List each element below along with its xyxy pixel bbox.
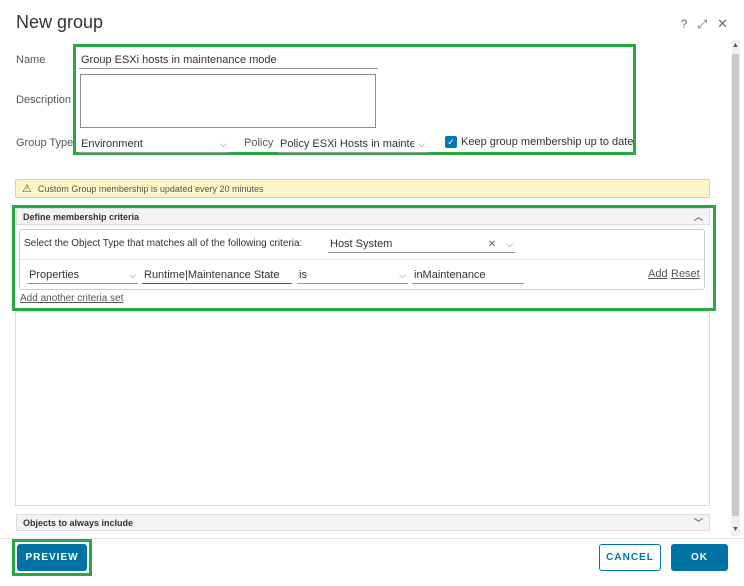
dialog-title: New group [16, 12, 104, 32]
expand-section-icon[interactable]: ﹀ [694, 516, 703, 529]
keep-membership-label: Keep group membership up to date [461, 136, 634, 148]
reset-criteria-link[interactable]: Reset [671, 268, 700, 280]
criteria-divider [20, 259, 704, 260]
footer-divider [0, 538, 744, 539]
membership-update-alert: ⚠ Custom Group membership is updated eve… [15, 179, 710, 198]
criteria-value-input[interactable] [412, 267, 524, 284]
add-criteria-link[interactable]: Add [648, 268, 668, 280]
warning-icon: ⚠ [22, 183, 32, 195]
chevron-down-icon: ⌵ [399, 269, 406, 280]
object-type-select[interactable]: Host System ✕ ⌵ [328, 236, 515, 253]
criteria-property-input[interactable] [142, 267, 292, 284]
group-type-label: Group Type [16, 137, 74, 149]
criteria-operator-value: is [299, 269, 307, 281]
name-label: Name [16, 54, 46, 66]
keep-membership-control[interactable]: ✓ Keep group membership up to date [445, 136, 633, 148]
add-criteria-set-link[interactable]: Add another criteria set [20, 293, 123, 304]
group-type-select[interactable]: Environment ⌵ [79, 136, 229, 153]
include-section-title: Objects to always include [23, 517, 134, 528]
name-input[interactable] [79, 52, 378, 69]
collapse-icon[interactable]: ︿ [694, 210, 703, 223]
policy-value: Policy ESXi Hosts in maintenance [280, 138, 414, 150]
preview-button[interactable]: PREVIEW [17, 544, 87, 571]
scroll-down-icon[interactable]: ▼ [731, 525, 740, 535]
membership-section-title: Define membership criteria [23, 211, 140, 222]
expand-icon[interactable]: ⤢ [697, 17, 707, 31]
keep-membership-checkbox[interactable]: ✓ [445, 136, 457, 148]
include-section-header[interactable]: Objects to always include ﹀ [16, 514, 710, 531]
alert-text: Custom Group membership is updated every… [37, 183, 264, 194]
description-label: Description [16, 94, 72, 106]
close-icon[interactable]: ✕ [717, 17, 728, 31]
chevron-down-icon: ⌵ [129, 269, 136, 280]
chevron-down-icon: ⌵ [506, 238, 513, 249]
scrollbar-thumb[interactable] [732, 54, 739, 516]
dialog-scrollbar[interactable]: ▲ ▼ [731, 40, 740, 536]
criteria-operator-select[interactable]: is ⌵ [297, 267, 408, 284]
cancel-button[interactable]: CANCEL [599, 544, 661, 571]
membership-results-area [15, 311, 710, 506]
group-type-value: Environment [81, 138, 143, 150]
ok-button[interactable]: OK [671, 544, 728, 571]
policy-label: Policy [244, 137, 274, 149]
scroll-up-icon[interactable]: ▲ [731, 41, 740, 51]
chevron-down-icon: ⌵ [220, 138, 227, 149]
policy-select[interactable]: Policy ESXi Hosts in maintenance ⌵ [278, 136, 427, 153]
criteria-category-select[interactable]: Properties ⌵ [27, 267, 138, 284]
help-icon[interactable]: ? [681, 17, 688, 31]
clear-icon[interactable]: ✕ [488, 239, 496, 250]
chevron-down-icon: ⌵ [418, 138, 425, 149]
object-type-prompt: Select the Object Type that matches all … [24, 238, 303, 249]
criteria-category-value: Properties [29, 269, 80, 281]
dialog-header-icons: ? ⤢ ✕ [681, 17, 728, 32]
description-textarea[interactable] [80, 74, 376, 128]
object-type-value: Host System [330, 238, 393, 250]
membership-section-header[interactable]: Define membership criteria ︿ [16, 208, 710, 225]
